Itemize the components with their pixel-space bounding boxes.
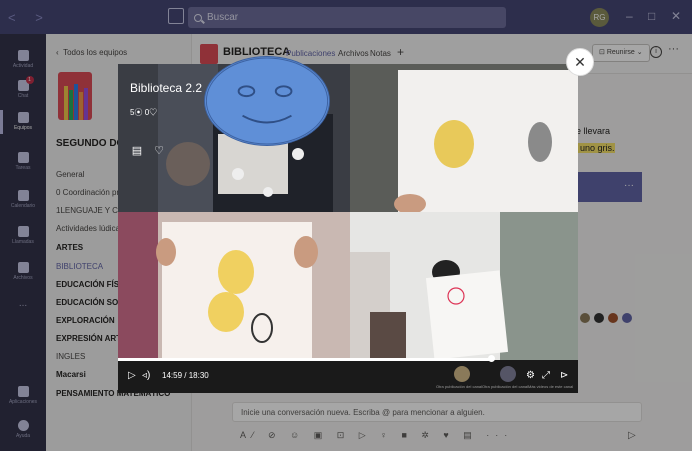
related-video-caption: Otra publicación del canal	[482, 384, 529, 389]
related-video-caption: Otra publicación del canal	[436, 384, 483, 389]
video-title: Biblioteca 2.2	[130, 81, 203, 95]
fullscreen-icon[interactable]: ⤢	[542, 370, 550, 381]
close-player-button[interactable]: ✕	[566, 48, 594, 76]
time-display: 14:59 / 18:30	[162, 371, 209, 380]
video-frame	[350, 212, 578, 360]
progress-handle[interactable]	[487, 355, 495, 362]
related-video-thumb[interactable]	[500, 366, 516, 382]
current-time: 14:59	[162, 371, 183, 380]
video-frame-image	[350, 212, 578, 360]
heart-icon: ♡	[149, 108, 158, 117]
total-time: 18:30	[188, 371, 209, 380]
privacy-smiley-face	[204, 56, 330, 146]
volume-icon[interactable]: ◃)	[142, 370, 150, 381]
like-heart-icon[interactable]: ♡	[152, 144, 166, 158]
progress-bar[interactable]	[118, 358, 491, 361]
related-video-caption: Más videos de este canal	[528, 384, 574, 389]
settings-icon[interactable]: ⚙	[526, 370, 535, 381]
video-frame	[118, 212, 350, 360]
share-icon[interactable]: ⊳	[560, 370, 568, 381]
related-video-thumb[interactable]	[454, 366, 470, 382]
video-frame-image	[350, 64, 578, 212]
player-controls: ▷ ◃) 14:59 / 18:30 Otra publicación del …	[118, 355, 578, 393]
play-icon[interactable]: ▷	[128, 370, 136, 381]
video-frame-image	[118, 212, 350, 360]
video-stats: 5⦿ 0♡	[130, 107, 157, 118]
transcript-icon[interactable]: ▤	[130, 144, 144, 158]
video-frame	[350, 64, 578, 212]
views-icon: ⦿	[134, 108, 145, 117]
video-player[interactable]: Biblioteca 2.2 5⦿ 0♡ ▤ ♡ ▷ ◃) 14:59 / 18…	[118, 64, 578, 393]
